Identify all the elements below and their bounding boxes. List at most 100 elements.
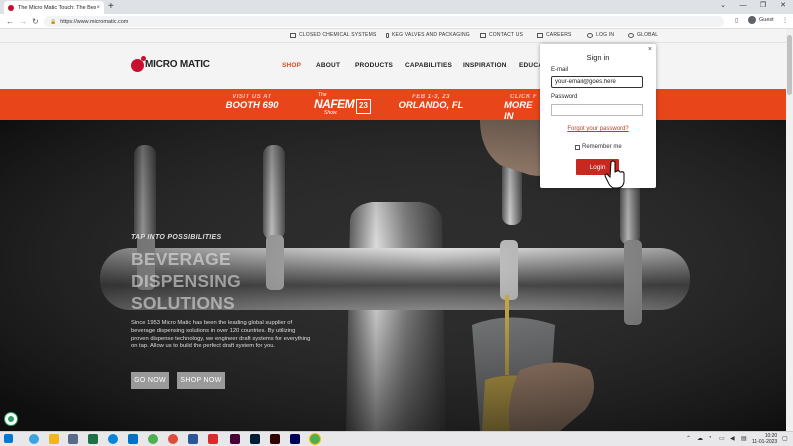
email-label: E-mail [551, 67, 569, 73]
sticky-notes-icon[interactable] [49, 434, 59, 444]
browser-tab[interactable]: The Micro Matic Touch: The Best × [4, 1, 104, 14]
utility-link-contact[interactable]: CONTACT US [480, 32, 523, 38]
utility-link-keg-valves[interactable]: KEG VALVES AND PACKAGING [386, 32, 470, 38]
go-now-button[interactable]: GO NOW [131, 372, 169, 389]
utility-link-label: CONTACT US [489, 32, 524, 38]
nafem-name: NAFEM [314, 97, 355, 111]
promo-banner[interactable]: VISIT US AT BOOTH 690 The NAFEM Show. 23… [0, 89, 786, 122]
utility-nav: CLOSED CHEMICAL SYSTEMS KEG VALVES AND P… [0, 29, 786, 43]
nafem-logo: The NAFEM Show. 23 [310, 92, 374, 118]
battery-icon[interactable]: ▭ [719, 435, 725, 442]
chemical-icon [290, 32, 296, 38]
chrome-icon[interactable] [148, 434, 158, 444]
utility-link-label: CAREERS [546, 32, 572, 38]
chrome-active-icon[interactable] [310, 434, 320, 444]
scrollbar-thumb[interactable] [787, 35, 792, 95]
nav-products[interactable]: PRODUCTS [355, 62, 393, 69]
banner-more-big: MORE IN [504, 100, 533, 122]
volume-icon[interactable]: ◀ [730, 435, 735, 442]
password-field[interactable] [551, 104, 643, 116]
banner-more-small: CLICK F [510, 94, 538, 100]
page-scrollbar[interactable] [786, 29, 793, 431]
browser-menu-icon[interactable]: ⋮ [782, 17, 788, 24]
new-tab-button[interactable]: + [108, 1, 114, 13]
premiere-icon[interactable] [290, 434, 300, 444]
profile-button[interactable]: Guest [748, 16, 774, 24]
banner-dates-big: ORLANDO, FL [398, 100, 464, 111]
outlook-icon[interactable] [128, 434, 138, 444]
address-bar[interactable]: 🔒 https://www.micromatic.com [44, 16, 724, 27]
reload-icon[interactable]: ↻ [32, 15, 39, 28]
browser-tab-bar: The Micro Matic Touch: The Best × + ⌄ — … [0, 0, 793, 14]
close-icon[interactable]: × [648, 46, 652, 53]
utility-link-label: KEG VALVES AND PACKAGING [392, 32, 470, 38]
tab-search-icon[interactable]: ⌄ [713, 0, 733, 14]
chat-widget-icon[interactable] [4, 412, 18, 426]
keyboard-icon[interactable]: ▤ [741, 435, 747, 442]
utility-link-careers[interactable]: CAREERS [537, 32, 572, 38]
network-icon[interactable]: ☁ [697, 435, 703, 442]
nav-shop[interactable]: SHOP [282, 62, 301, 69]
banner-dates: FEB 1-3, 23 ORLANDO, FL [398, 94, 464, 111]
utility-link-login[interactable]: LOG IN [587, 32, 614, 38]
shop-now-button[interactable]: SHOP NOW [177, 372, 225, 389]
back-arrow-icon[interactable]: ← [6, 15, 14, 28]
clock[interactable]: 10:20 11-01-2023 [752, 433, 777, 445]
logo-mark-icon [131, 55, 147, 73]
nav-about[interactable]: ABOUT [316, 62, 340, 69]
site-header: MICRO MATIC SHOP ABOUT PRODUCTS CAPABILI… [0, 43, 786, 89]
start-icon[interactable] [4, 434, 13, 443]
tab-title: The Micro Matic Touch: The Best [18, 4, 97, 11]
browser-toolbar: ← → ↻ 🔒 https://www.micromatic.com ▯ Gue… [0, 14, 793, 29]
illustrator-icon[interactable] [270, 434, 280, 444]
email-field[interactable] [551, 76, 643, 88]
forward-arrow-icon[interactable]: → [19, 15, 27, 28]
utility-link-label: CLOSED CHEMICAL SYSTEMS [299, 32, 377, 38]
site-favicon-icon [8, 4, 14, 11]
notification-icon[interactable]: ▢ [782, 435, 788, 442]
keg-valve-icon [386, 32, 389, 38]
banner-booth: VISIT US AT BOOTH 690 [222, 94, 282, 111]
wifi-icon[interactable]: ◔ [708, 435, 712, 441]
signin-title: Sign in [586, 53, 610, 62]
chrome-alt-icon[interactable] [29, 434, 39, 444]
web-page: CLOSED CHEMICAL SYSTEMS KEG VALVES AND P… [0, 29, 786, 431]
beer-taps-image [0, 120, 786, 431]
excel-icon[interactable] [88, 434, 98, 444]
side-panel-icon[interactable]: ▯ [735, 17, 738, 24]
photoshop-icon[interactable] [250, 434, 260, 444]
indesign-icon[interactable] [230, 434, 240, 444]
maximize-button[interactable]: ❐ [753, 0, 773, 14]
utility-link-label: LOG IN [596, 32, 615, 38]
word-icon[interactable] [188, 434, 198, 444]
utility-link-global[interactable]: GLOBAL [628, 32, 658, 38]
hand-cursor-icon [604, 160, 625, 189]
acrobat-icon[interactable] [208, 434, 218, 444]
remember-me[interactable]: Remember me [575, 144, 622, 150]
signin-dialog: × Sign in E-mail Password Forgot your pa… [540, 44, 656, 188]
edge-icon[interactable] [108, 434, 118, 444]
hero-title: BEVERAGE DISPENSING SOLUTIONS [131, 248, 241, 314]
banner-dates-small: FEB 1-3, 23 [412, 94, 450, 100]
utility-link-chemical[interactable]: CLOSED CHEMICAL SYSTEMS [290, 32, 377, 38]
site-logo[interactable]: MICRO MATIC [131, 55, 210, 73]
windows-taskbar: ⌃ ☁ ◔ ▭ ◀ ▤ 10:20 11-01-2023 ▢ [0, 431, 793, 446]
logo-text: MICRO MATIC [145, 58, 210, 70]
globe-icon [628, 32, 634, 38]
close-window-button[interactable]: ✕ [773, 0, 793, 14]
hero-title-line: SOLUTIONS [131, 293, 235, 313]
nav-inspiration[interactable]: INSPIRATION [463, 62, 507, 69]
minimize-button[interactable]: — [733, 0, 753, 14]
tray-chevron-icon[interactable]: ⌃ [686, 435, 691, 442]
banner-more-info[interactable]: CLICK F MORE IN [500, 94, 544, 122]
nafem-year: 23 [356, 99, 371, 114]
chrome-profile-icon[interactable] [168, 434, 178, 444]
forgot-password-link[interactable]: Forgot your password? [540, 126, 656, 132]
avatar-icon [748, 16, 756, 24]
remember-checkbox[interactable] [575, 144, 580, 150]
tab-close-icon[interactable]: × [96, 5, 100, 11]
utility-link-label: GLOBAL [637, 32, 659, 38]
nav-capabilities[interactable]: CAPABILITIES [405, 62, 452, 69]
hero-title-line: BEVERAGE [131, 249, 231, 269]
calculator-icon[interactable] [68, 434, 78, 444]
